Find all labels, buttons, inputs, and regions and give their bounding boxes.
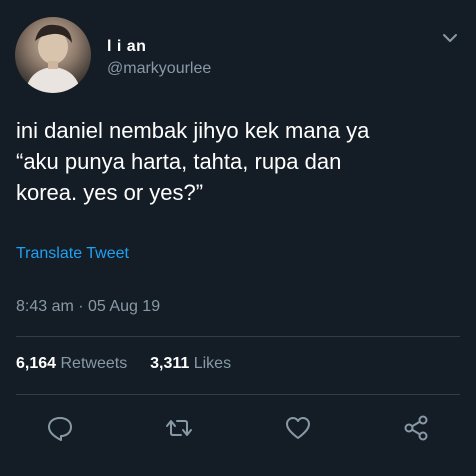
like-icon[interactable] <box>284 414 312 442</box>
retweet-icon[interactable] <box>165 414 193 442</box>
divider <box>16 336 460 337</box>
tweet-line: ini daniel nembak jihyo kek mana ya <box>16 118 370 143</box>
retweets-count[interactable]: 6,164 <box>16 355 56 372</box>
retweets-label[interactable]: Retweets <box>61 355 128 372</box>
chevron-down-icon[interactable] <box>441 31 459 45</box>
likes-label[interactable]: Likes <box>194 355 231 372</box>
tweet-timestamp[interactable]: 8:43 am · 05 Aug 19 <box>16 298 160 316</box>
avatar[interactable] <box>15 17 91 93</box>
profile-avatar-icon <box>25 24 81 93</box>
engagement-stats: 6,164 Retweets 3,311 Likes <box>16 355 231 373</box>
status-bar-strip <box>0 0 476 8</box>
user-handle[interactable]: @markyourlee <box>107 60 211 78</box>
tweet-line: “aku punya harta, tahta, rupa dan <box>16 149 342 174</box>
divider <box>16 394 460 395</box>
translate-tweet-link[interactable]: Translate Tweet <box>16 245 129 263</box>
reply-icon[interactable] <box>46 414 74 442</box>
display-name[interactable]: l i an <box>107 38 146 56</box>
tweet-text: ini daniel nembak jihyo kek mana ya “aku… <box>16 115 466 208</box>
likes-count[interactable]: 3,311 <box>150 355 189 372</box>
tweet-line: korea. yes or yes?” <box>16 180 204 205</box>
share-icon[interactable] <box>402 414 430 442</box>
